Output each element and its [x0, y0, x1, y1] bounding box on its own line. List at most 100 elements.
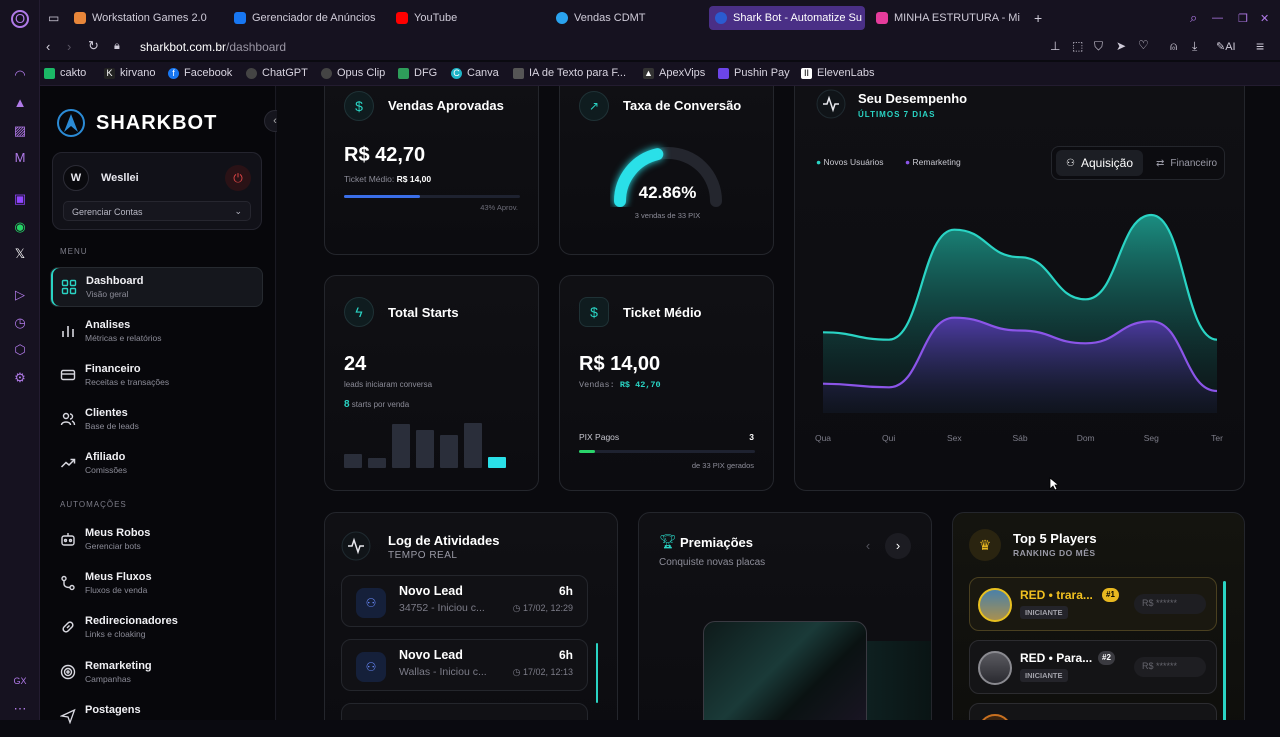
bookmark-kirvano[interactable]: Kkirvano — [104, 67, 155, 79]
timestamp-text: 17/02, 12:13 — [522, 667, 573, 677]
maximize-button[interactable]: ❐ — [1232, 6, 1254, 30]
log-entry[interactable] — [341, 703, 588, 720]
send-icon — [60, 708, 76, 724]
nav-meus-fluxos[interactable]: Meus Fluxos Fluxos de venda — [50, 564, 263, 604]
tab-minha-estrutura[interactable]: MINHA ESTRUTURA - Min — [870, 6, 1020, 30]
bookmark-ia-texto[interactable]: IA de Texto para F... — [513, 67, 626, 79]
legend-label: Remarketing — [912, 157, 961, 167]
gx-corner-icon[interactable]: ▨ — [11, 122, 29, 140]
twitch-icon[interactable]: ▣ — [11, 190, 29, 208]
nav-postagens[interactable]: Postagens — [50, 697, 263, 737]
nav-afiliado[interactable]: Afiliado Comissões — [50, 444, 263, 484]
nav-analises[interactable]: Analises Métricas e relatórios — [50, 312, 263, 352]
tab-workstation-games[interactable]: Workstation Games 2.0 — [68, 6, 218, 30]
awards-prev-button[interactable]: ‹ — [855, 533, 881, 559]
bookmark-facebook[interactable]: f Facebook — [168, 67, 232, 79]
aria-icon[interactable]: ◠ — [11, 66, 29, 84]
new-tab-button[interactable]: + — [1028, 6, 1048, 30]
log-scrollbar[interactable] — [596, 643, 598, 703]
more-dots-icon[interactable]: ⋯ — [11, 700, 29, 718]
sharkbot-favicon-icon — [715, 12, 727, 24]
activity-log-card: Log de Atividades TEMPO REAL ⚇ Novo Lead… — [324, 512, 618, 720]
crypto-wallet-icon[interactable]: ▲ — [11, 94, 29, 112]
bookmark-chatgpt[interactable]: ChatGPT — [246, 67, 308, 79]
log-entry[interactable]: ⚇ Novo Lead 6h 34752 - Iniciou c... ◷ 17… — [341, 575, 588, 627]
bookmark-cakto[interactable]: cakto — [44, 67, 86, 79]
download-icon[interactable]: ⤓ — [1192, 39, 1197, 54]
profile-icon[interactable]: ⍝ — [1170, 39, 1177, 54]
logout-button[interactable]: ⏻ — [225, 165, 251, 191]
bookmark-opus-clip[interactable]: Opus Clip — [321, 67, 385, 79]
per-sale-label: starts por venda — [351, 400, 410, 409]
players-scrollbar[interactable] — [1223, 581, 1226, 720]
tab-favicon-icon — [74, 12, 86, 24]
back-button[interactable]: ‹ — [46, 39, 50, 54]
send-icon[interactable]: ➤ — [1116, 39, 1126, 53]
bookmark-dfg[interactable]: DFG — [398, 67, 437, 79]
heart-icon[interactable]: ♡ — [1138, 38, 1149, 52]
nav-redirecionadores[interactable]: Redirecionadores Links e cloaking — [50, 608, 263, 648]
bookmark-label: Opus Clip — [337, 67, 386, 79]
search-tabs-button[interactable]: ⌕ — [1184, 6, 1203, 30]
nav-remarketing[interactable]: Remarketing Campanhas — [50, 653, 263, 693]
brand-logo[interactable]: SHARKBOT — [56, 108, 217, 138]
tab-shark-bot[interactable]: Shark Bot - Automatize Su — [709, 6, 865, 30]
opera-logo-icon[interactable]: O — [11, 10, 29, 28]
award-plaque-image[interactable] — [703, 621, 867, 720]
gx-control-icon[interactable]: GX — [11, 672, 29, 690]
bookmark-canva[interactable]: C Canva — [451, 67, 499, 79]
bookmark-pushin-pay[interactable]: Pushin Pay — [718, 67, 790, 79]
tab-sidebar-toggle[interactable]: ▭ — [42, 6, 68, 30]
ticket-label: Ticket Médio: — [344, 174, 395, 184]
menu-icon[interactable]: ≡ — [1256, 38, 1264, 54]
log-entry-timestamp: ◷ 17/02, 12:13 — [513, 667, 573, 678]
url-host: sharkbot.com.br — [140, 40, 227, 54]
log-entry[interactable]: ⚇ Novo Lead 6h Wallas - Iniciou c... ◷ 1… — [341, 639, 588, 691]
log-entry-title: Novo Lead — [399, 648, 463, 662]
pushin-pay-icon — [718, 67, 729, 79]
user-plus-icon: ⚇ — [356, 652, 386, 682]
ai-button[interactable]: ✎AI — [1216, 40, 1236, 53]
extensions-icon[interactable]: ⬡ — [11, 341, 29, 359]
pix-progress-track — [579, 450, 755, 453]
player-badge: INICIANTE — [1020, 606, 1068, 619]
player-row[interactable] — [969, 703, 1217, 720]
settings-gear-icon[interactable]: ⚙ — [11, 369, 29, 387]
tab-label: Gerenciador de Anúncios — [252, 12, 376, 24]
performance-subtitle: ÚLTIMOS 7 DIAS — [858, 110, 936, 119]
manage-accounts-select[interactable]: Gerenciar Contas ⌄ — [63, 201, 251, 221]
nav-meus-robos[interactable]: Meus Robos Gerenciar bots — [50, 520, 263, 560]
nav-dashboard[interactable]: Dashboard Visão geral — [50, 267, 263, 307]
tab-youtube[interactable]: YouTube — [390, 6, 510, 30]
manage-accounts-label: Gerenciar Contas — [72, 207, 143, 217]
x-twitter-icon[interactable]: 𝕏 — [11, 245, 29, 263]
player-icon[interactable]: ▷ — [11, 286, 29, 304]
tab-financeiro[interactable]: ⇄ Financeiro — [1146, 150, 1227, 176]
forward-button[interactable]: › — [67, 39, 71, 54]
whatsapp-icon[interactable]: ◉ — [11, 218, 29, 236]
history-icon[interactable]: ◷ — [11, 314, 29, 332]
nav-financeiro[interactable]: Financeiro Receitas e transações — [50, 356, 263, 396]
player-row[interactable]: RED • Para... #2 INICIANTE R$ ****** — [969, 640, 1217, 694]
snapshot-icon[interactable]: ⬚ — [1072, 39, 1083, 53]
messenger-m-icon[interactable]: M — [11, 149, 29, 167]
url-field[interactable]: sharkbot.com.br/dashboard — [140, 40, 286, 54]
chevron-right-icon: › — [895, 538, 901, 553]
dashboard-main: $ Vendas Aprovadas R$ 42,70 Ticket Médio… — [277, 86, 1280, 720]
tab-aquisicao[interactable]: ⚇ Aquisição — [1056, 150, 1143, 176]
player-row[interactable]: RED • trara... #1 INICIANTE R$ ****** — [969, 577, 1217, 631]
shield-icon[interactable]: ⛉ — [1094, 39, 1103, 54]
reload-icon[interactable]: ↻ — [88, 38, 99, 54]
tab-vendas-cdmt[interactable]: Vendas CDMT — [550, 6, 690, 30]
pin-icon[interactable]: ⊥ — [1050, 39, 1060, 53]
nav-clientes[interactable]: Clientes Base de leads — [50, 400, 263, 440]
tab-gerenciador-anuncios[interactable]: Gerenciador de Anúncios — [228, 6, 378, 30]
awards-next-button[interactable]: › — [885, 533, 911, 559]
avatar[interactable]: W — [63, 165, 89, 191]
close-window-button[interactable]: ✕ — [1254, 6, 1275, 30]
minimize-button[interactable]: — — [1206, 6, 1229, 30]
bookmark-elevenlabs[interactable]: II ElevenLabs — [801, 67, 875, 79]
bookmark-apexvips[interactable]: ▲ ApexVips — [643, 67, 705, 79]
ticket-title: Ticket Médio — [623, 305, 702, 320]
starts-value: 24 — [344, 353, 367, 375]
